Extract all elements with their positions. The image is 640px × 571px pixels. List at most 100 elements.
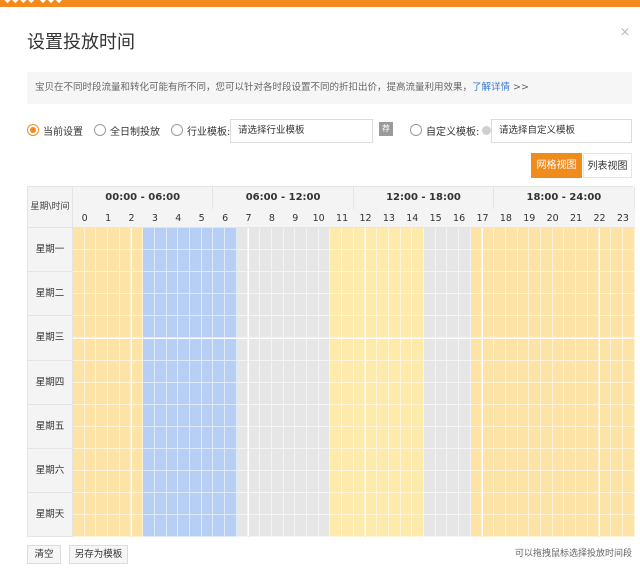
time-slot-cell[interactable] <box>154 250 167 273</box>
time-slot-cell[interactable] <box>190 515 202 538</box>
time-slot-cell[interactable] <box>529 515 541 538</box>
time-slot-cell[interactable] <box>552 360 565 383</box>
time-slot-cell[interactable] <box>494 294 506 317</box>
time-slot-cell[interactable] <box>599 449 612 472</box>
time-slot-cell[interactable] <box>225 449 237 472</box>
time-slot-cell[interactable] <box>541 493 553 516</box>
time-slot-cell[interactable] <box>307 338 319 361</box>
time-slot-cell[interactable] <box>517 382 530 405</box>
time-slot-cell[interactable] <box>236 404 249 427</box>
time-slot-cell[interactable] <box>435 360 448 383</box>
time-slot-cell[interactable] <box>131 471 144 494</box>
time-slot-cell[interactable] <box>435 228 448 251</box>
time-slot-cell[interactable] <box>318 294 331 317</box>
time-slot-cell[interactable] <box>260 228 272 251</box>
time-slot-cell[interactable] <box>108 272 120 295</box>
time-slot-cell[interactable] <box>494 515 506 538</box>
time-slot-cell[interactable] <box>400 294 413 317</box>
time-slot-cell[interactable] <box>377 515 389 538</box>
time-slot-cell[interactable] <box>119 228 132 251</box>
time-slot-cell[interactable] <box>529 338 541 361</box>
time-slot-cell[interactable] <box>307 316 319 339</box>
time-slot-cell[interactable] <box>318 449 331 472</box>
time-slot-cell[interactable] <box>447 338 460 361</box>
time-slot-cell[interactable] <box>271 382 284 405</box>
time-slot-cell[interactable] <box>318 250 331 273</box>
time-slot-cell[interactable] <box>96 471 109 494</box>
time-slot-cell[interactable] <box>599 272 612 295</box>
time-slot-cell[interactable] <box>271 449 284 472</box>
time-slot-cell[interactable] <box>517 404 530 427</box>
time-slot-cell[interactable] <box>154 272 167 295</box>
time-slot-cell[interactable] <box>365 449 378 472</box>
time-slot-cell[interactable] <box>365 360 378 383</box>
radio-icon[interactable] <box>171 124 183 136</box>
time-slot-cell[interactable] <box>576 272 588 295</box>
time-slot-cell[interactable] <box>84 228 97 251</box>
time-slot-cell[interactable] <box>84 272 97 295</box>
time-slot-cell[interactable] <box>213 250 226 273</box>
time-slot-cell[interactable] <box>470 382 483 405</box>
time-slot-cell[interactable] <box>213 382 226 405</box>
time-slot-cell[interactable] <box>295 382 307 405</box>
time-slot-cell[interactable] <box>517 493 530 516</box>
time-slot-cell[interactable] <box>178 360 190 383</box>
time-slot-cell[interactable] <box>470 404 483 427</box>
time-slot-cell[interactable] <box>271 515 284 538</box>
time-slot-cell[interactable] <box>611 426 623 449</box>
time-slot-cell[interactable] <box>283 250 296 273</box>
time-slot-cell[interactable] <box>143 449 155 472</box>
time-slot-cell[interactable] <box>131 360 144 383</box>
time-slot-cell[interactable] <box>154 228 167 251</box>
time-slot-cell[interactable] <box>599 404 612 427</box>
grid-view-button[interactable]: 网格视图 <box>531 153 582 178</box>
time-slot-cell[interactable] <box>178 338 190 361</box>
time-slot-cell[interactable] <box>552 426 565 449</box>
time-slot-cell[interactable] <box>236 228 249 251</box>
time-slot-cell[interactable] <box>318 471 331 494</box>
time-slot-cell[interactable] <box>552 294 565 317</box>
time-slot-cell[interactable] <box>505 360 518 383</box>
time-slot-cell[interactable] <box>552 449 565 472</box>
time-slot-cell[interactable] <box>447 382 460 405</box>
time-slot-cell[interactable] <box>190 338 202 361</box>
time-slot-cell[interactable] <box>505 250 518 273</box>
time-slot-cell[interactable] <box>587 404 600 427</box>
time-slot-cell[interactable] <box>295 316 307 339</box>
time-slot-cell[interactable] <box>599 294 612 317</box>
time-slot-cell[interactable] <box>342 316 354 339</box>
time-slot-cell[interactable] <box>365 382 378 405</box>
time-slot-cell[interactable] <box>236 515 249 538</box>
time-slot-cell[interactable] <box>400 228 413 251</box>
time-slot-cell[interactable] <box>190 426 202 449</box>
time-slot-cell[interactable] <box>283 426 296 449</box>
time-slot-cell[interactable] <box>307 228 319 251</box>
time-slot-cell[interactable] <box>564 426 577 449</box>
time-slot-cell[interactable] <box>353 250 366 273</box>
time-slot-cell[interactable] <box>587 493 600 516</box>
time-slot-cell[interactable] <box>96 338 109 361</box>
time-slot-cell[interactable] <box>622 471 635 494</box>
time-slot-cell[interactable] <box>447 404 460 427</box>
time-slot-cell[interactable] <box>599 471 612 494</box>
time-slot-cell[interactable] <box>213 471 226 494</box>
time-slot-cell[interactable] <box>260 338 272 361</box>
time-grid[interactable]: 星期\时间 00:00 - 06:00 06:00 - 12:00 12:00 - … <box>27 186 635 538</box>
time-slot-cell[interactable] <box>435 515 448 538</box>
time-slot-cell[interactable] <box>96 493 109 516</box>
time-slot-cell[interactable] <box>131 382 144 405</box>
time-slot-cell[interactable] <box>143 250 155 273</box>
time-slot-cell[interactable] <box>388 338 401 361</box>
time-slot-cell[interactable] <box>482 360 495 383</box>
time-slot-cell[interactable] <box>73 449 85 472</box>
time-slot-cell[interactable] <box>611 228 623 251</box>
time-slot-cell[interactable] <box>482 471 495 494</box>
time-slot-cell[interactable] <box>388 449 401 472</box>
time-slot-cell[interactable] <box>143 316 155 339</box>
time-slot-cell[interactable] <box>541 404 553 427</box>
time-slot-cell[interactable] <box>190 316 202 339</box>
time-slot-cell[interactable] <box>73 471 85 494</box>
time-slot-cell[interactable] <box>529 426 541 449</box>
time-slot-cell[interactable] <box>400 382 413 405</box>
time-slot-cell[interactable] <box>119 515 132 538</box>
